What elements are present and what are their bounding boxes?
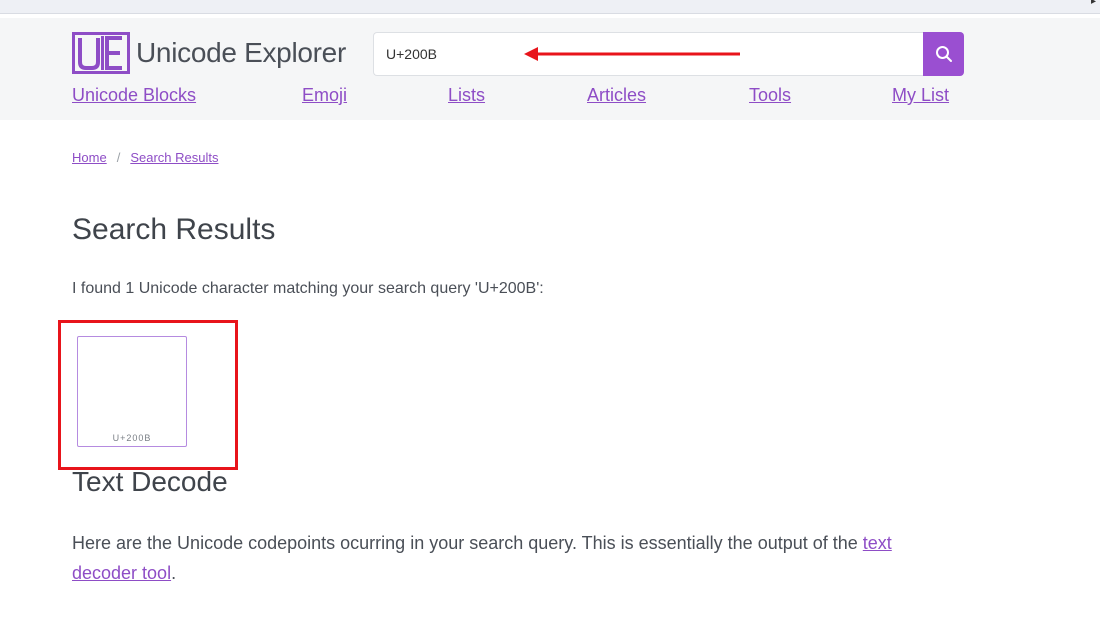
nav-emoji[interactable]: Emoji (302, 85, 347, 106)
search-input[interactable] (373, 32, 923, 76)
browser-corner-icon[interactable]: ▸ (1091, 0, 1096, 7)
ue-logo-icon (72, 32, 130, 74)
text-decode-description: Here are the Unicode codepoints ocurring… (72, 528, 952, 588)
nav-my-list[interactable]: My List (892, 85, 949, 106)
result-summary: I found 1 Unicode character matching you… (72, 280, 544, 297)
site-logo[interactable]: Unicode Explorer (72, 32, 346, 74)
breadcrumb: Home / Search Results (72, 150, 218, 165)
text-decode-title: Text Decode (72, 466, 228, 497)
main-nav: Unicode Blocks Emoji Lists Articles Tool… (0, 85, 1100, 109)
character-card[interactable]: ​ U+200B (77, 336, 187, 447)
nav-lists[interactable]: Lists (448, 85, 485, 106)
page-title: Search Results (72, 213, 276, 246)
search-icon (935, 46, 952, 62)
decode-text-after: . (171, 563, 177, 583)
nav-tools[interactable]: Tools (749, 85, 791, 106)
character-code: U+200B (112, 433, 152, 443)
breadcrumb-separator: / (116, 150, 121, 165)
decode-text-before: Here are the Unicode codepoints ocurring… (72, 533, 863, 553)
browser-toolbar-strip: ▸ (0, 0, 1100, 14)
breadcrumb-search-results[interactable]: Search Results (130, 150, 218, 165)
site-header: Unicode Explorer Unicode Blocks Emoji Li… (0, 18, 1100, 120)
nav-articles[interactable]: Articles (587, 85, 646, 106)
nav-unicode-blocks[interactable]: Unicode Blocks (72, 85, 196, 106)
character-glyph: ​ (78, 355, 186, 415)
search-button[interactable] (923, 32, 964, 76)
search-bar (373, 32, 964, 76)
logo-text: Unicode Explorer (136, 37, 346, 68)
breadcrumb-home[interactable]: Home (72, 150, 107, 165)
